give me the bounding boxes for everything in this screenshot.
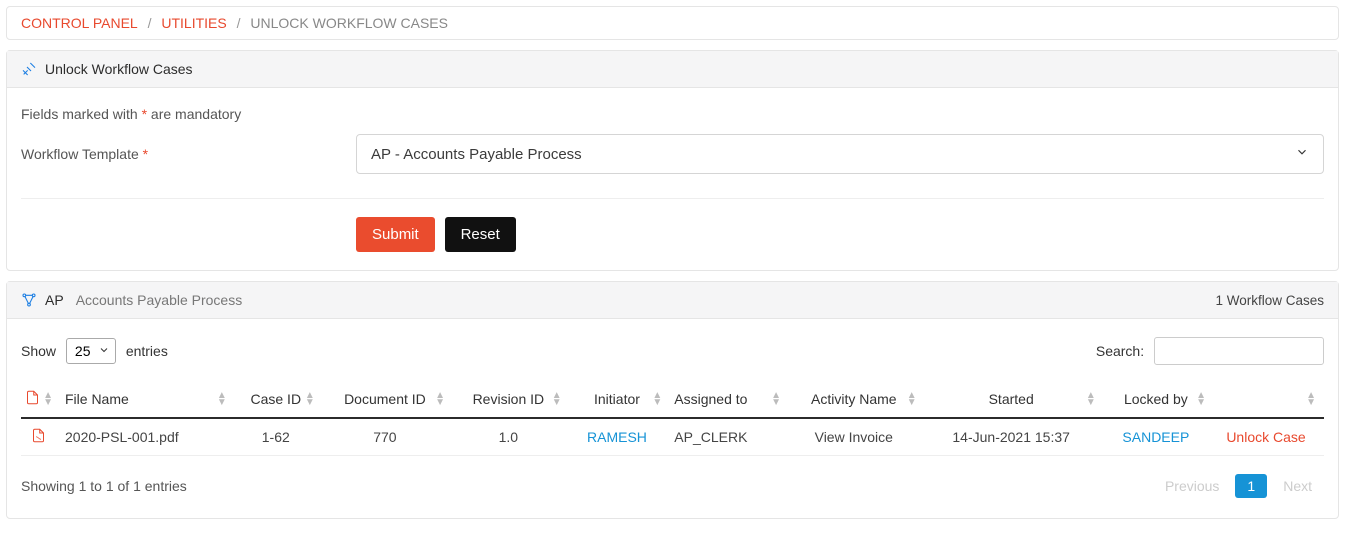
workflow-template-label-text: Workflow Template (21, 146, 143, 162)
pager: Previous 1 Next (1153, 474, 1324, 498)
pager-previous[interactable]: Previous (1153, 474, 1231, 498)
workflow-icon (21, 292, 37, 308)
breadcrumb-panel: CONTROL PANEL / UTILITIES / UNLOCK WORKF… (6, 6, 1339, 40)
sort-icon: ▲▼ (1196, 392, 1206, 406)
cell-file-icon[interactable] (21, 418, 61, 456)
col-locked-by-label: Locked by (1124, 391, 1188, 407)
show-label-pre: Show (21, 343, 56, 359)
breadcrumb: CONTROL PANEL / UTILITIES / UNLOCK WORKF… (7, 7, 1338, 39)
col-initiator[interactable]: Initiator ▲▼ (570, 381, 671, 418)
col-file-icon[interactable]: ▲▼ (21, 381, 61, 418)
results-panel: AP Accounts Payable Process 1 Workflow C… (6, 281, 1339, 519)
initiator-link[interactable]: RAMESH (587, 429, 647, 445)
col-file-name[interactable]: File Name ▲▼ (61, 381, 235, 418)
col-document-id-label: Document ID (344, 391, 426, 407)
col-activity-name-label: Activity Name (811, 391, 897, 407)
breadcrumb-control-panel[interactable]: CONTROL PANEL (21, 15, 138, 31)
form-panel-body: Fields marked with * are mandatory Workf… (7, 88, 1338, 270)
sort-icon: ▲▼ (552, 392, 562, 406)
col-file-name-label: File Name (65, 391, 129, 407)
cell-locked-by[interactable]: SANDEEP (1104, 418, 1214, 456)
workflow-template-row: Workflow Template * AP - Accounts Payabl… (21, 134, 1324, 174)
mandatory-note: Fields marked with * are mandatory (21, 106, 1324, 122)
breadcrumb-sep: / (237, 15, 241, 31)
cell-document-id: 770 (323, 418, 453, 456)
col-initiator-label: Initiator (594, 391, 640, 407)
tools-icon (21, 61, 37, 77)
cell-revision-id: 1.0 (453, 418, 570, 456)
sort-icon: ▲▼ (43, 392, 53, 406)
col-case-id-label: Case ID (250, 391, 301, 407)
reset-button[interactable]: Reset (445, 217, 516, 252)
col-activity-name[interactable]: Activity Name ▲▼ (789, 381, 925, 418)
breadcrumb-sep: / (148, 15, 152, 31)
col-case-id[interactable]: Case ID ▲▼ (235, 381, 323, 418)
pager-next[interactable]: Next (1271, 474, 1324, 498)
sort-icon: ▲▼ (1306, 392, 1316, 406)
search-input[interactable] (1154, 337, 1324, 365)
sort-icon: ▲▼ (435, 392, 445, 406)
cell-assigned-to: AP_CLERK (670, 418, 789, 456)
col-assigned-to-label: Assigned to (674, 391, 747, 407)
pager-page-1[interactable]: 1 (1235, 474, 1267, 498)
cell-activity-name: View Invoice (789, 418, 925, 456)
results-panel-code: AP (45, 292, 64, 308)
mandatory-note-prefix: Fields marked with (21, 106, 142, 122)
sort-icon: ▲▼ (305, 392, 315, 406)
col-started[interactable]: Started ▲▼ (925, 381, 1104, 418)
form-panel-title: Unlock Workflow Cases (45, 61, 193, 77)
table-info: Showing 1 to 1 of 1 entries (21, 478, 187, 494)
breadcrumb-current: UNLOCK WORKFLOW CASES (250, 15, 448, 31)
entries-group: Show 25 entries (21, 338, 168, 364)
submit-button[interactable]: Submit (356, 217, 435, 252)
cell-initiator[interactable]: RAMESH (570, 418, 671, 456)
col-started-label: Started (989, 391, 1034, 407)
entries-select[interactable]: 25 (66, 338, 116, 364)
cell-action[interactable]: Unlock Case (1214, 418, 1324, 456)
results-panel-body: Show 25 entries Search: (7, 319, 1338, 518)
form-panel-header: Unlock Workflow Cases (7, 51, 1338, 88)
cell-started: 14-Jun-2021 15:37 (925, 418, 1104, 456)
sort-icon: ▲▼ (1086, 392, 1096, 406)
col-revision-id-label: Revision ID (473, 391, 545, 407)
file-icon (25, 393, 40, 409)
workflow-template-label: Workflow Template * (21, 146, 356, 162)
workflow-template-value: AP - Accounts Payable Process (371, 146, 582, 163)
sort-icon: ▲▼ (217, 392, 227, 406)
col-assigned-to[interactable]: Assigned to ▲▼ (670, 381, 789, 418)
results-panel-name: Accounts Payable Process (76, 292, 243, 308)
sort-icon: ▲▼ (652, 392, 662, 406)
table-controls: Show 25 entries Search: (21, 337, 1324, 365)
form-actions: Submit Reset (21, 198, 1324, 252)
col-action[interactable]: ▲▼ (1214, 381, 1324, 418)
sort-icon: ▲▼ (771, 392, 781, 406)
search-label: Search: (1096, 343, 1144, 359)
unlock-case-link[interactable]: Unlock Case (1226, 429, 1305, 445)
locked-by-link[interactable]: SANDEEP (1122, 429, 1189, 445)
workflow-template-select[interactable]: AP - Accounts Payable Process (356, 134, 1324, 174)
form-panel: Unlock Workflow Cases Fields marked with… (6, 50, 1339, 271)
pdf-file-icon (31, 431, 46, 447)
col-document-id[interactable]: Document ID ▲▼ (323, 381, 453, 418)
cell-file-name: 2020-PSL-001.pdf (61, 418, 235, 456)
col-revision-id[interactable]: Revision ID ▲▼ (453, 381, 570, 418)
table-row: 2020-PSL-001.pdf 1-62 770 1.0 RAMESH AP_… (21, 418, 1324, 456)
search-group: Search: (1096, 337, 1324, 365)
sort-icon: ▲▼ (907, 392, 917, 406)
results-count: 1 Workflow Cases (1215, 293, 1324, 308)
cases-table: ▲▼ File Name ▲▼ Case ID ▲▼ Document ID ▲▼ R… (21, 381, 1324, 456)
table-footer: Showing 1 to 1 of 1 entries Previous 1 N… (21, 474, 1324, 498)
show-label-post: entries (126, 343, 168, 359)
results-panel-header: AP Accounts Payable Process 1 Workflow C… (7, 282, 1338, 319)
chevron-down-icon (1295, 145, 1309, 163)
cell-case-id: 1-62 (235, 418, 323, 456)
mandatory-note-suffix: are mandatory (147, 106, 241, 122)
col-locked-by[interactable]: Locked by ▲▼ (1104, 381, 1214, 418)
required-star-icon: * (143, 146, 148, 162)
breadcrumb-utilities[interactable]: UTILITIES (161, 15, 226, 31)
